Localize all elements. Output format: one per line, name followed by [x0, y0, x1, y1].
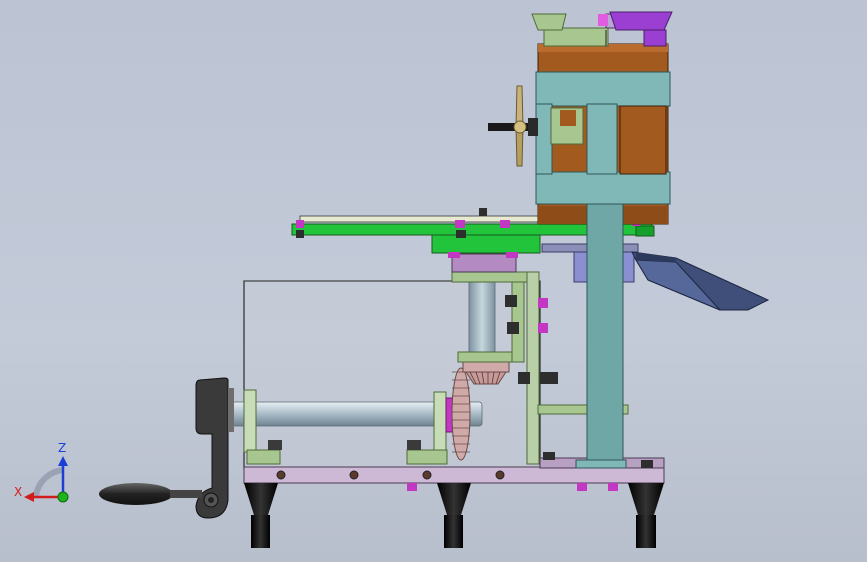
support-feet: [244, 483, 664, 548]
crank-knob: [99, 483, 202, 505]
axis-triad: Z X: [14, 440, 84, 510]
inspection-window: [550, 107, 584, 145]
foot-middle: [437, 483, 471, 548]
hopper-top: [531, 11, 673, 47]
bevel-gear-large: [451, 367, 471, 461]
vertical-shaft: [468, 281, 496, 355]
side-window: [619, 105, 667, 175]
axis-triad-graphic: [24, 456, 69, 503]
foot-left: [244, 483, 278, 548]
assembly-model[interactable]: [0, 0, 867, 562]
x-axis-label: X: [14, 485, 23, 499]
cad-viewport[interactable]: Z X: [0, 0, 867, 562]
z-axis-label: Z: [58, 441, 67, 455]
y-axis-dot: [57, 491, 69, 503]
foot-right: [628, 483, 664, 548]
fan-impeller: [488, 85, 538, 167]
discharge-chute: [631, 251, 770, 311]
table-hub: [448, 252, 518, 273]
